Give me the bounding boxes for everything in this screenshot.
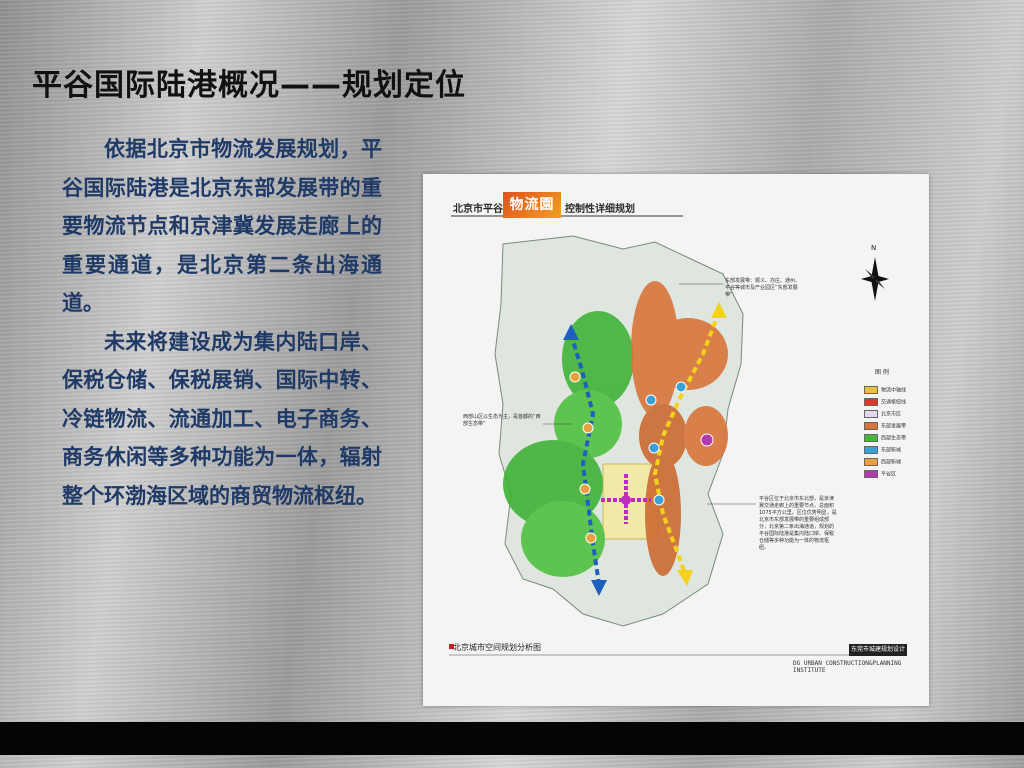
map-graphic — [449, 215, 907, 656]
legend-item: 北京市区 — [864, 410, 901, 418]
annotation-left-mid: 西部山区以生态为主，是首都的“西部生态带” — [463, 414, 541, 427]
bottom-bar — [0, 722, 1024, 755]
legend-label: 物流中轴线 — [881, 387, 907, 394]
legend-swatch — [864, 422, 878, 430]
legend-item: 东部发展带 — [864, 422, 906, 430]
legend-swatch — [864, 470, 878, 478]
legend-item: 东部新城 — [864, 446, 901, 454]
legend-item: 交通枢纽线 — [864, 398, 906, 406]
slide-body-text: 依据北京市物流发展规划，平谷国际陆港是北京东部发展带的重要物流节点和京津冀发展走… — [62, 130, 382, 515]
legend-item: 平谷区 — [864, 470, 896, 478]
legend-label: 平谷区 — [881, 471, 897, 478]
legend-item: 西部新城 — [864, 458, 901, 466]
legend-swatch — [864, 446, 878, 454]
annotation-top-right: 东部发展带：顺义、亦庄、通州、平谷等城市及产业园区“东部发展带” — [725, 278, 801, 298]
compass-rose — [861, 257, 889, 301]
legend-label: 东部发展带 — [881, 423, 907, 430]
legend-swatch — [864, 386, 878, 394]
paragraph-2: 未来将建设成为集内陆口岸、保税仓储、保税展销、国际中转、冷链物流、流通加工、电子… — [62, 329, 382, 508]
compass-north-label: N — [871, 244, 877, 252]
paragraph-1: 依据北京市物流发展规划，平谷国际陆港是北京东部发展带的重要物流节点和京津冀发展走… — [62, 137, 382, 315]
figure-institute-cn: 东莞市城建规划设计院 — [849, 644, 907, 665]
legend-label: 交通枢纽线 — [881, 399, 907, 406]
legend-swatch — [864, 398, 878, 406]
figure-header-right: 控制性详细规划 — [565, 204, 635, 215]
planning-map-figure: 北京市平谷 物流園 控制性详细规划 N 图 例 物流中轴线 交通枢纽线 北京市区 东部… — [423, 174, 929, 706]
legend-title: 图 例 — [875, 369, 889, 376]
figure-header-logo: 物流園 — [503, 192, 561, 218]
legend-label: 西部生态带 — [881, 435, 907, 442]
slide-title: 平谷国际陆港概况——规划定位 — [32, 68, 466, 103]
legend-label: 东部新城 — [881, 447, 902, 454]
legend-swatch — [864, 458, 878, 466]
legend-label: 北京市区 — [881, 411, 902, 418]
figure-caption: 北京城市空间规划分析图 — [453, 643, 541, 652]
figure-institute-en: DG URBAN CONSTRUCTION&PLANNING INSTITUTE — [793, 660, 902, 674]
legend-item: 物流中轴线 — [864, 386, 906, 394]
legend-swatch — [864, 434, 878, 442]
legend-label: 西部新城 — [881, 459, 902, 466]
figure-header-left: 北京市平谷 — [453, 204, 503, 215]
annotation-right-lower: 平谷区位于北京市东北部，是京津冀交通走廊上的重要节点，总面积1075平方公里。区… — [759, 496, 837, 551]
legend-item: 西部生态带 — [864, 434, 906, 442]
legend-swatch — [864, 410, 878, 418]
